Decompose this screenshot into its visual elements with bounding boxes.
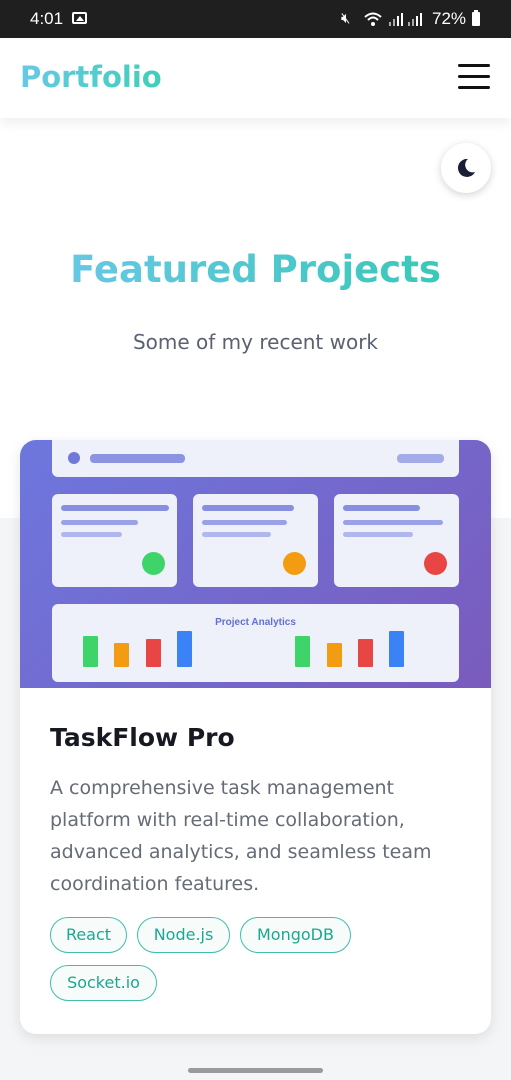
section-subtitle: Some of my recent work	[132, 330, 379, 354]
tech-tag: MongoDB	[240, 917, 351, 953]
preview-topbar	[52, 440, 459, 477]
preview-analytics-panel: Project Analytics	[52, 604, 459, 682]
battery-level: 72%	[432, 9, 467, 28]
mute-icon: 🔇︎	[341, 10, 351, 27]
status-bar: 4:01 🔇︎ 72%	[0, 0, 511, 38]
gallery-notification-icon	[72, 12, 87, 24]
project-title: TaskFlow Pro	[50, 723, 235, 752]
tech-tag: React	[50, 917, 127, 953]
project-preview-image: Project Analytics	[20, 440, 491, 688]
dark-mode-toggle-button[interactable]	[441, 143, 491, 193]
moon-icon	[457, 158, 475, 177]
project-card[interactable]: Project Analytics TaskFlow Pro A compreh…	[20, 440, 491, 1034]
project-description: A comprehensive task management platform…	[50, 777, 432, 895]
signal-icon	[389, 13, 403, 26]
battery-icon	[472, 10, 480, 26]
tech-tag: Socket.io	[50, 965, 157, 1001]
status-time: 4:01	[30, 9, 64, 28]
hamburger-menu-icon[interactable]	[458, 64, 492, 92]
preview-panel	[193, 494, 318, 587]
signal-icon	[408, 13, 422, 26]
site-header: Portfolio	[0, 38, 511, 118]
wifi-icon	[364, 12, 382, 26]
preview-panel	[52, 494, 177, 587]
preview-panel	[334, 494, 459, 587]
home-gesture-bar[interactable]	[188, 1068, 323, 1073]
tech-tag: Node.js	[137, 917, 230, 953]
section-title: Featured Projects	[0, 248, 511, 291]
preview-analytics-caption: Project Analytics	[215, 617, 296, 628]
site-logo[interactable]: Portfolio	[20, 60, 162, 94]
